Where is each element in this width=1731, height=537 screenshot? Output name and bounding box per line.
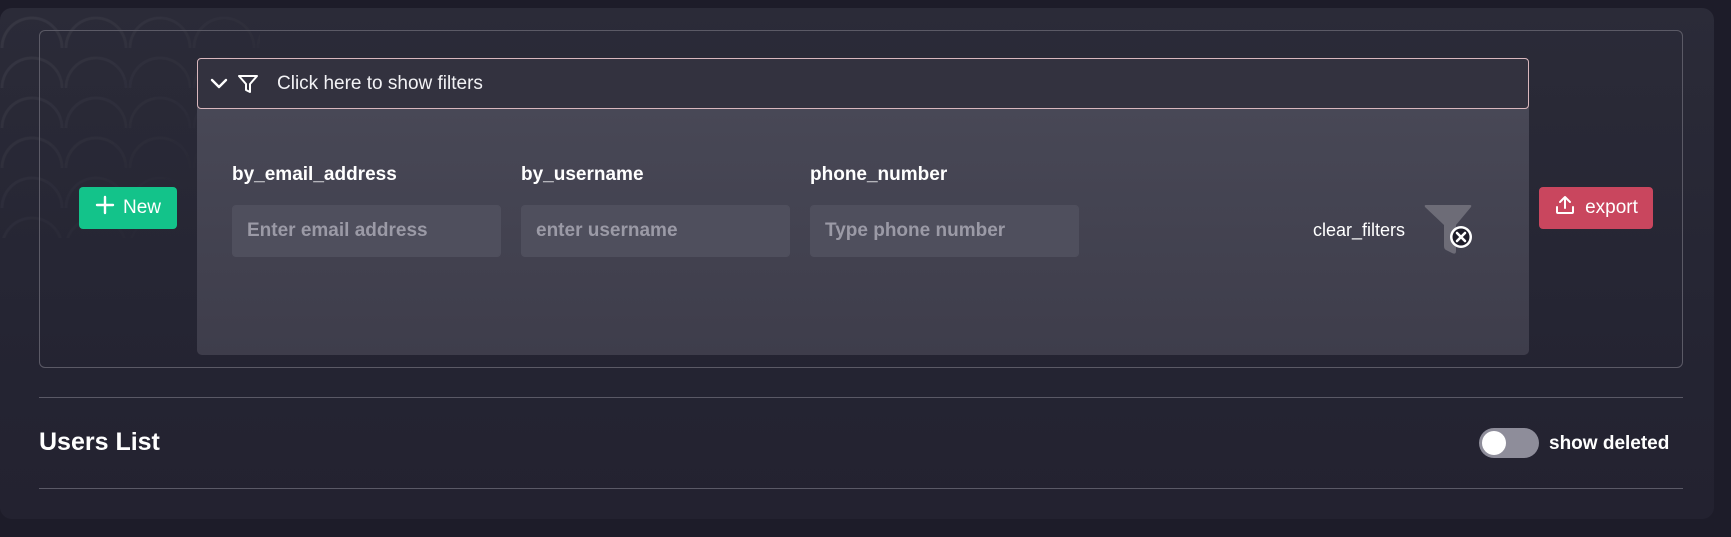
show-deleted-toggle[interactable]	[1479, 428, 1539, 458]
new-button[interactable]: New	[79, 187, 177, 229]
username-filter-input[interactable]	[521, 205, 790, 257]
filter-header-label: Click here to show filters	[277, 72, 483, 94]
export-button-label: export	[1585, 197, 1638, 218]
chevron-down-icon	[208, 73, 230, 95]
export-button[interactable]: export	[1539, 187, 1653, 229]
phone-filter-label: phone_number	[810, 164, 948, 185]
plus-icon	[95, 195, 115, 221]
divider-top	[39, 397, 1683, 398]
page-title: Users List	[39, 428, 160, 456]
funnel-icon	[236, 72, 260, 96]
divider-bottom	[39, 488, 1683, 489]
filter-toggle-header[interactable]: Click here to show filters	[197, 58, 1529, 109]
show-deleted-label: show deleted	[1549, 433, 1670, 454]
upload-icon	[1554, 194, 1576, 222]
clear-filters-label: clear_filters	[1313, 220, 1406, 240]
email-filter-label: by_email_address	[232, 164, 397, 185]
email-filter-input[interactable]	[232, 205, 501, 257]
username-filter-label: by_username	[521, 164, 644, 185]
phone-filter-input[interactable]	[810, 205, 1079, 257]
clear-filter-icon[interactable]	[1420, 203, 1476, 257]
new-button-label: New	[122, 197, 161, 218]
toggle-knob	[1482, 431, 1506, 455]
